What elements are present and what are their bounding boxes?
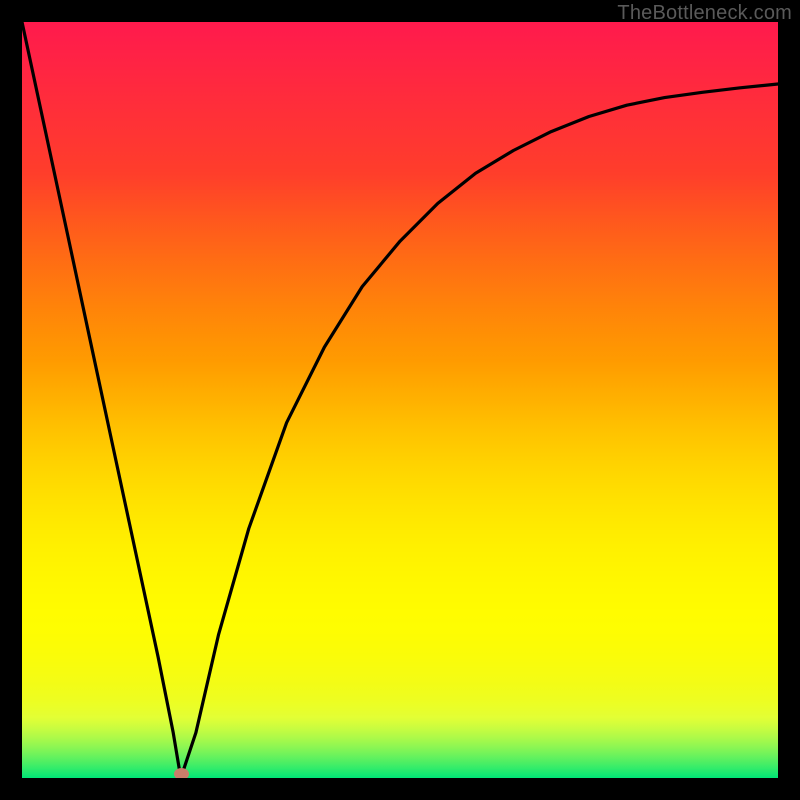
chart-frame: TheBottleneck.com [0, 0, 800, 800]
minimum-marker [174, 768, 189, 778]
bottleneck-curve [22, 22, 778, 778]
curve-svg [22, 22, 778, 778]
plot-area [22, 22, 778, 778]
